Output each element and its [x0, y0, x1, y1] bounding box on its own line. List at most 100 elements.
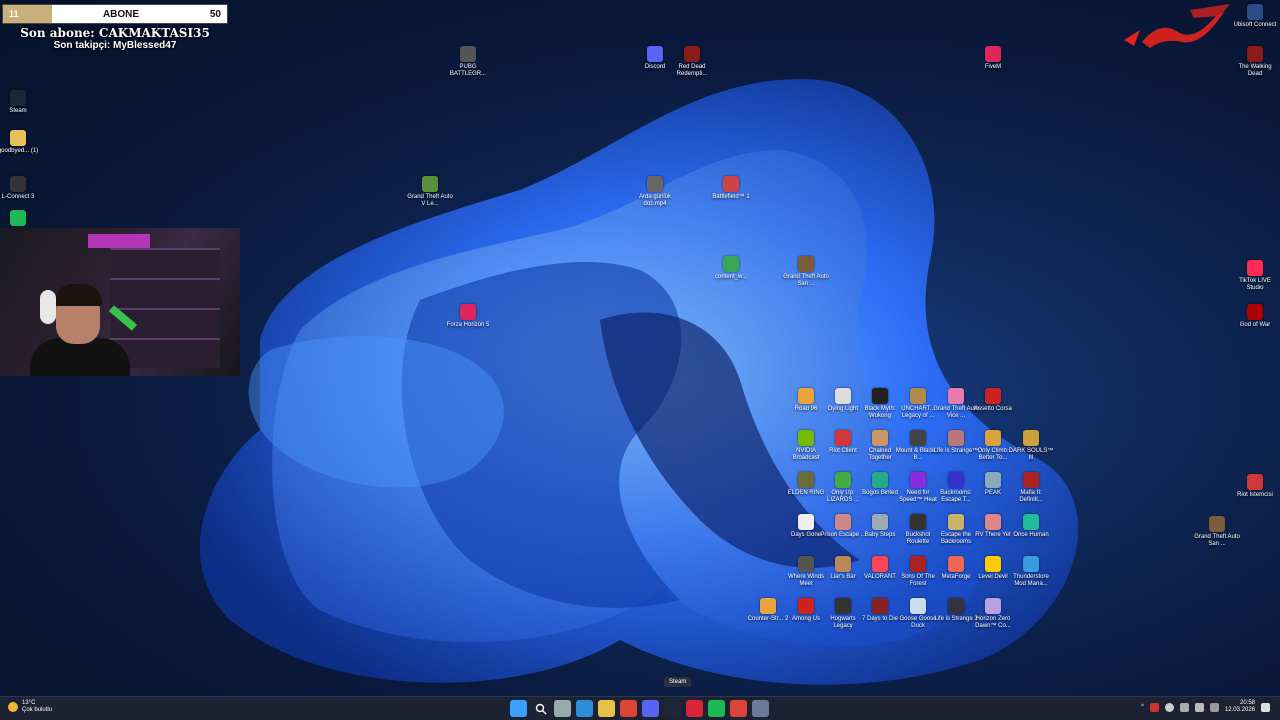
app-shortcut-icon: [835, 556, 851, 572]
tray-app-icon[interactable]: [1149, 702, 1159, 712]
app-shortcut-icon: [948, 472, 964, 488]
app-shortcut-icon: [1247, 474, 1263, 490]
clock-time: 20:58: [1239, 700, 1255, 706]
desktop-icon[interactable]: Grand Theft Auto San ...: [783, 256, 829, 288]
desktop-icon[interactable]: Grand Theft Auto V Le...: [407, 176, 453, 208]
desktop-icon[interactable]: Mafia II: Definiti...: [1008, 472, 1054, 504]
discord-icon[interactable]: [642, 700, 659, 717]
app-shortcut-icon: [910, 556, 926, 572]
chrome-2-icon[interactable]: [730, 700, 747, 717]
desktop-icon-label: goodbyed... (1): [0, 148, 39, 154]
volume-icon[interactable]: [1194, 702, 1204, 712]
app-shortcut-icon: [985, 598, 1001, 614]
app-shortcut-icon: [10, 176, 26, 192]
desktop-icon[interactable]: Battlefield™ 1: [708, 176, 754, 201]
app-shortcut-icon: [910, 598, 926, 614]
app-shortcut-icon: [10, 130, 26, 146]
app-shortcut-icon: [948, 430, 964, 446]
desktop-icon[interactable]: DARK SOULS™ III: [1008, 430, 1054, 462]
desktop-icon-label: Steam: [9, 108, 27, 114]
goal-target: 50: [209, 8, 221, 20]
desktop-icon-label: The Walking Dead: [1238, 64, 1272, 77]
desktop-icon[interactable]: content_w...: [708, 256, 754, 281]
webcam-shelf: [110, 248, 220, 368]
desktop-icon[interactable]: TikTok LIVE Studio: [1232, 260, 1278, 292]
webcam-streamer-hair: [54, 284, 102, 306]
app-shortcut-icon: [647, 46, 663, 62]
app-shortcut-icon: [1247, 46, 1263, 62]
file-explorer-icon[interactable]: [598, 700, 615, 717]
taskbar: 13°C Çok bulutlu ^ 20:58 12.03.2026: [0, 696, 1280, 720]
spotify-icon[interactable]: [708, 700, 725, 717]
desktop-icon-label: Battlefield™ 1: [712, 194, 750, 200]
app-shortcut-icon: [1023, 430, 1039, 446]
last-subscriber: Son abone: CAKMAKTASI35: [20, 26, 210, 40]
desktop-icon[interactable]: God of War: [1232, 304, 1278, 329]
desktop-icon-label: Red Dead Redempti...: [676, 64, 708, 77]
edge-icon[interactable]: [576, 700, 593, 717]
desktop-icon[interactable]: Once Human: [1008, 514, 1054, 539]
desktop-icon[interactable]: Arda günlük doz.mp4: [632, 176, 678, 208]
weather-widget[interactable]: 13°C Çok bulutlu: [8, 700, 52, 714]
desktop-icon[interactable]: The Walking Dead: [1232, 46, 1278, 78]
desktop-icon[interactable]: Horizon Zero Dawn™ Co...: [970, 598, 1016, 630]
notification-icon[interactable]: [1261, 702, 1270, 712]
network-icon[interactable]: [1179, 702, 1189, 712]
keyboard-icon[interactable]: [1209, 702, 1219, 712]
desktop-icon-label: PUBG BATTLEGR...: [449, 64, 487, 77]
app-shortcut-icon: [798, 598, 814, 614]
app-shortcut-icon: [798, 556, 814, 572]
chrome-icon[interactable]: [620, 700, 637, 717]
start-icon[interactable]: [510, 700, 527, 717]
microphone-tray-icon[interactable]: [1164, 702, 1174, 712]
settings-icon[interactable]: [752, 700, 769, 717]
weather-sun-icon: [8, 702, 18, 712]
desktop-icon[interactable]: Red Dead Redempti...: [669, 46, 715, 78]
adobe-icon[interactable]: [686, 700, 703, 717]
desktop-icon-label: content_w...: [714, 274, 748, 280]
app-shortcut-icon: [835, 430, 851, 446]
app-shortcut-icon: [910, 430, 926, 446]
weather-temp: 13°C: [22, 700, 36, 706]
desktop-icon-label: Forza Horizon 5: [446, 322, 490, 328]
desktop-icon[interactable]: Forza Horizon 5: [445, 304, 491, 329]
app-shortcut-icon: [985, 514, 1001, 530]
channel-logo-icon: [1124, 4, 1230, 48]
desktop-icon[interactable]: L-Connect 3: [0, 176, 41, 201]
subscriber-goal-bar: 11 ABONE 50: [2, 4, 228, 24]
app-shortcut-icon: [798, 430, 814, 446]
desktop-icon-label: DARK SOULS™ III: [1008, 448, 1054, 461]
desktop-icon-label: TikTok LIVE Studio: [1239, 278, 1271, 291]
desktop-icon[interactable]: FiveM: [970, 46, 1016, 71]
tray-chevron-icon[interactable]: ^: [1141, 704, 1144, 710]
app-shortcut-icon: [948, 598, 964, 614]
clock-date: 12.03.2026: [1224, 707, 1255, 713]
task-view-icon[interactable]: [554, 700, 571, 717]
webcam-feed: [0, 228, 240, 376]
search-icon[interactable]: [532, 700, 549, 717]
clock[interactable]: 20:58 12.03.2026: [1225, 700, 1255, 714]
desktop-icon-label: Mafia II: Definiti...: [1019, 490, 1043, 503]
app-shortcut-icon: [798, 472, 814, 488]
desktop-icon-label: Grand Theft Auto V Le...: [407, 194, 453, 207]
desktop-icon[interactable]: PUBG BATTLEGR...: [445, 46, 491, 78]
desktop-icon[interactable]: Assetto Corsa: [970, 388, 1016, 413]
app-shortcut-icon: [460, 304, 476, 320]
desktop-icon[interactable]: Thunderstore Mod Mana...: [1008, 556, 1054, 588]
desktop-icon[interactable]: goodbyed... (1): [0, 130, 41, 155]
desktop-icon[interactable]: Grand Theft Auto San ...: [1194, 516, 1240, 548]
stream-overlay: 11 ABONE 50 Son abone: CAKMAKTASI35 Son …: [2, 4, 228, 51]
desktop-icon[interactable]: [0, 210, 41, 228]
desktop-icon-label: Grand Theft Auto San ...: [783, 274, 829, 287]
desktop-icon-label: FiveM: [984, 64, 1002, 70]
desktop-icon-label: Ubisoft Connect: [1233, 22, 1277, 28]
steam-icon[interactable]: [664, 700, 681, 717]
desktop-icon[interactable]: Ubisoft Connect: [1232, 4, 1278, 29]
desktop-icon[interactable]: Steam: [0, 90, 41, 115]
app-shortcut-icon: [460, 46, 476, 62]
goal-label: ABONE: [102, 8, 140, 20]
app-shortcut-icon: [985, 472, 1001, 488]
app-shortcut-icon: [835, 514, 851, 530]
desktop-icon-label: L-Connect 3: [1, 194, 35, 200]
desktop-icon[interactable]: Riot İstemcisi: [1232, 474, 1278, 499]
